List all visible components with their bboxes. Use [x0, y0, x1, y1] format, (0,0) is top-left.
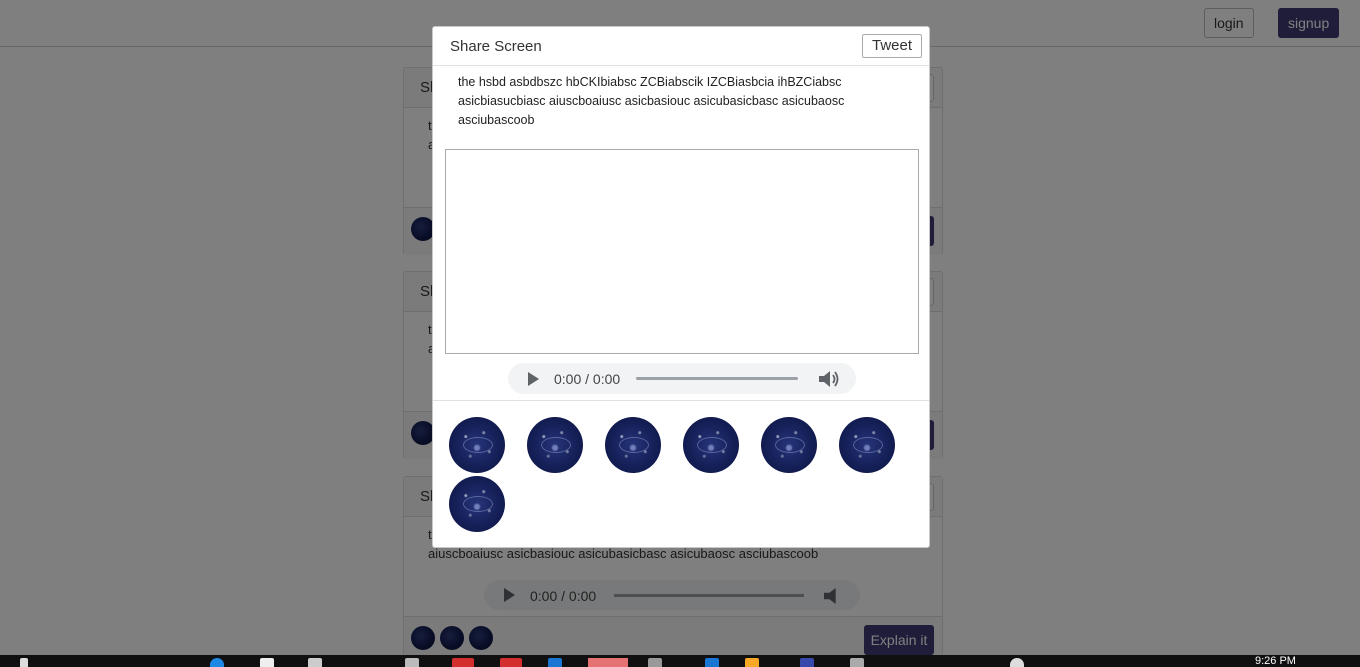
participant-avatar[interactable]	[449, 417, 505, 473]
play-icon[interactable]	[528, 372, 539, 386]
participant-avatar[interactable]	[527, 417, 583, 473]
taskbar-clock: 9:26 PM	[1255, 655, 1296, 667]
drawing-canvas[interactable]	[445, 149, 919, 354]
browser-icon[interactable]	[210, 658, 224, 667]
share-screen-modal: Share Screen Tweet the hsbd asbdbszc hbC…	[432, 26, 930, 548]
modal-divider	[433, 400, 929, 401]
tweet-button[interactable]: Tweet	[862, 34, 922, 58]
modal-description: the hsbd asbdbszc hbCKIbiabsc ZCBiabscik…	[458, 75, 845, 127]
app-icon[interactable]	[500, 658, 522, 667]
app-icon[interactable]	[648, 658, 662, 667]
os-taskbar	[0, 655, 1360, 667]
app-icon[interactable]	[260, 658, 274, 667]
volume-icon[interactable]	[818, 370, 840, 388]
audio-progress[interactable]	[636, 377, 798, 380]
app-icon[interactable]	[548, 658, 562, 667]
participant-avatar[interactable]	[839, 417, 895, 473]
folder-icon[interactable]	[745, 658, 759, 667]
audio-time: 0:00 / 0:00	[554, 371, 621, 387]
app-icon[interactable]	[405, 658, 419, 667]
vscode-icon[interactable]	[705, 658, 719, 667]
people-icon[interactable]	[308, 658, 322, 667]
participant-avatar[interactable]	[605, 417, 661, 473]
participant-avatar[interactable]	[683, 417, 739, 473]
participant-avatar[interactable]	[449, 476, 505, 532]
modal-title: Share Screen	[450, 38, 542, 55]
app-icon[interactable]	[452, 658, 474, 667]
app-icon[interactable]	[800, 658, 814, 667]
network-icon[interactable]	[1010, 658, 1024, 667]
modal-header: Share Screen Tweet	[433, 27, 929, 66]
start-icon[interactable]	[20, 658, 28, 667]
app-icon[interactable]	[850, 658, 864, 667]
participant-avatar[interactable]	[761, 417, 817, 473]
chrome-icon[interactable]	[588, 658, 628, 667]
audio-player[interactable]: 0:00 / 0:00	[508, 363, 856, 394]
